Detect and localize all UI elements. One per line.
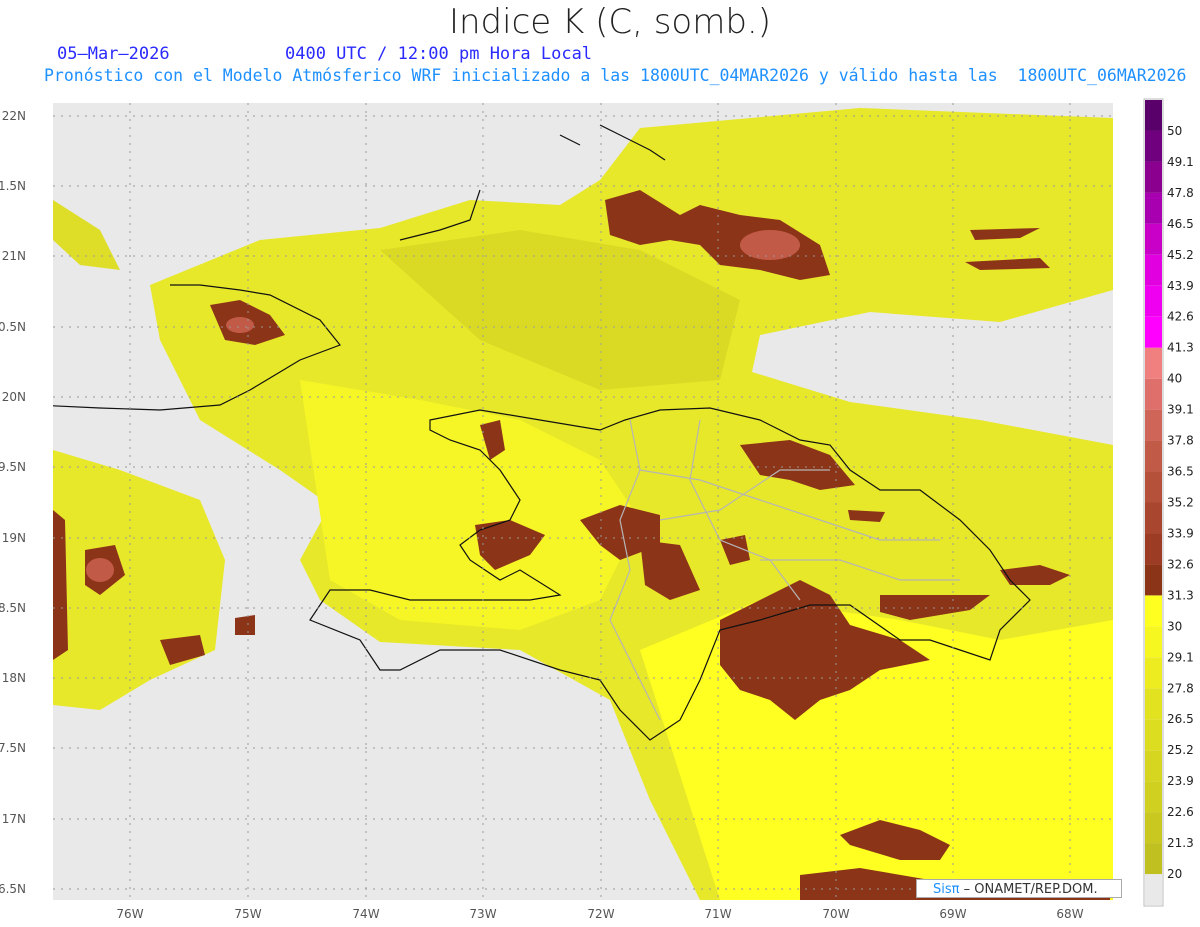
sispi-logo: Sisπ: [933, 882, 960, 897]
colorbar-swatch: [1145, 843, 1162, 875]
lat-label: 0.5N: [0, 320, 26, 334]
lat-label: 21N: [2, 249, 26, 263]
map-canvas: 76W 75W 74W 73W 72W 71W 70W 69W 68W 22N …: [0, 98, 1194, 921]
colorbar-label: 35.2: [1167, 496, 1194, 510]
colorbar-swatch: [1145, 564, 1162, 596]
colorbar-label: 22.6: [1167, 805, 1194, 819]
colorbar-label: 45.2: [1167, 248, 1194, 262]
colorbar-swatch: [1145, 657, 1162, 689]
colorbar-swatch: [1145, 874, 1162, 905]
colorbar-swatch: [1145, 750, 1162, 782]
colorbar-label: 46.5: [1167, 217, 1194, 231]
credit-text: – ONAMET/REP.DOM.: [959, 882, 1098, 897]
colorbar-label: 49.1: [1167, 155, 1194, 169]
colorbar-label: 39.1: [1167, 403, 1194, 417]
colorbar-label: 29.1: [1167, 650, 1194, 664]
colorbar-swatch: [1145, 192, 1162, 224]
colorbar-swatch: [1145, 533, 1162, 565]
lat-label: 19N: [2, 531, 26, 545]
colorbar-swatch: [1145, 502, 1162, 534]
colorbar-swatch: [1145, 812, 1162, 844]
colorbar-label: 36.5: [1167, 465, 1194, 479]
colorbar-label: 27.8: [1167, 681, 1194, 695]
lon-label: 70W: [822, 907, 849, 921]
lat-label: 18N: [2, 671, 26, 685]
colorbar-label: 25.2: [1167, 743, 1194, 757]
colorbar-label: 40: [1167, 372, 1182, 386]
colorbar-swatch: [1145, 254, 1162, 286]
colorbar-label: 26.5: [1167, 712, 1194, 726]
colorbar-swatch: [1145, 688, 1162, 720]
colorbar-swatch: [1145, 223, 1162, 255]
lon-label: 76W: [116, 907, 143, 921]
credit-box: Sisπ – ONAMET/REP.DOM.: [916, 879, 1122, 898]
colorbar-label: 31.3: [1167, 588, 1194, 602]
colorbar-label: 41.3: [1167, 341, 1194, 355]
colorbar-label: 43.9: [1167, 279, 1194, 293]
colorbar-swatch: [1145, 440, 1162, 472]
colorbar-label: 42.6: [1167, 310, 1194, 324]
lat-label: 1.5N: [0, 179, 26, 193]
colorbar-swatch: [1145, 409, 1162, 441]
colorbar-swatch: [1145, 595, 1162, 627]
colorbar-swatch: [1145, 316, 1162, 348]
lat-label: 6.5N: [0, 882, 26, 896]
lon-label: 75W: [234, 907, 261, 921]
colorbar-swatch: [1145, 161, 1162, 193]
lat-label: 20N: [2, 390, 26, 404]
latitude-labels: 22N 1.5N 21N 0.5N 20N 9.5N 19N 8.5N 18N …: [0, 109, 26, 896]
lon-label: 72W: [587, 907, 614, 921]
lon-label: 69W: [939, 907, 966, 921]
colorbar: 20 21.3 22.6 23.9 25.2 26.5 27.8 29.1 30 31.3 32.6…: [1143, 98, 1194, 907]
lat-label: 7.5N: [0, 741, 26, 755]
lat-label: 17N: [2, 812, 26, 826]
colorbar-swatch: [1145, 100, 1162, 131]
lat-label: 22N: [2, 109, 26, 123]
colorbar-swatch: [1145, 719, 1162, 751]
colorbar-swatch: [1145, 781, 1162, 813]
colorbar-swatch: [1145, 378, 1162, 410]
colorbar-swatch: [1145, 285, 1162, 317]
colorbar-label: 21.3: [1167, 836, 1194, 850]
colorbar-label: 50: [1167, 124, 1182, 138]
colorbar-label: 47.8: [1167, 186, 1194, 200]
lat-label: 8.5N: [0, 601, 26, 615]
colorbar-swatch: [1145, 626, 1162, 658]
colorbar-swatch: [1145, 347, 1162, 379]
lon-label: 71W: [704, 907, 731, 921]
colorbar-label: 33.9: [1167, 526, 1194, 540]
lon-label: 68W: [1056, 907, 1083, 921]
colorbar-label: 23.9: [1167, 774, 1194, 788]
colorbar-label: 32.6: [1167, 557, 1194, 571]
longitude-labels: 76W 75W 74W 73W 72W 71W 70W 69W 68W: [116, 907, 1083, 921]
colorbar-swatch: [1145, 130, 1162, 162]
colorbar-label: 30: [1167, 619, 1182, 633]
colorbar-swatch: [1145, 471, 1162, 503]
lon-label: 73W: [469, 907, 496, 921]
colorbar-label: 20: [1167, 867, 1182, 881]
colorbar-label: 37.8: [1167, 434, 1194, 448]
lat-label: 9.5N: [0, 460, 26, 474]
lon-label: 74W: [352, 907, 379, 921]
